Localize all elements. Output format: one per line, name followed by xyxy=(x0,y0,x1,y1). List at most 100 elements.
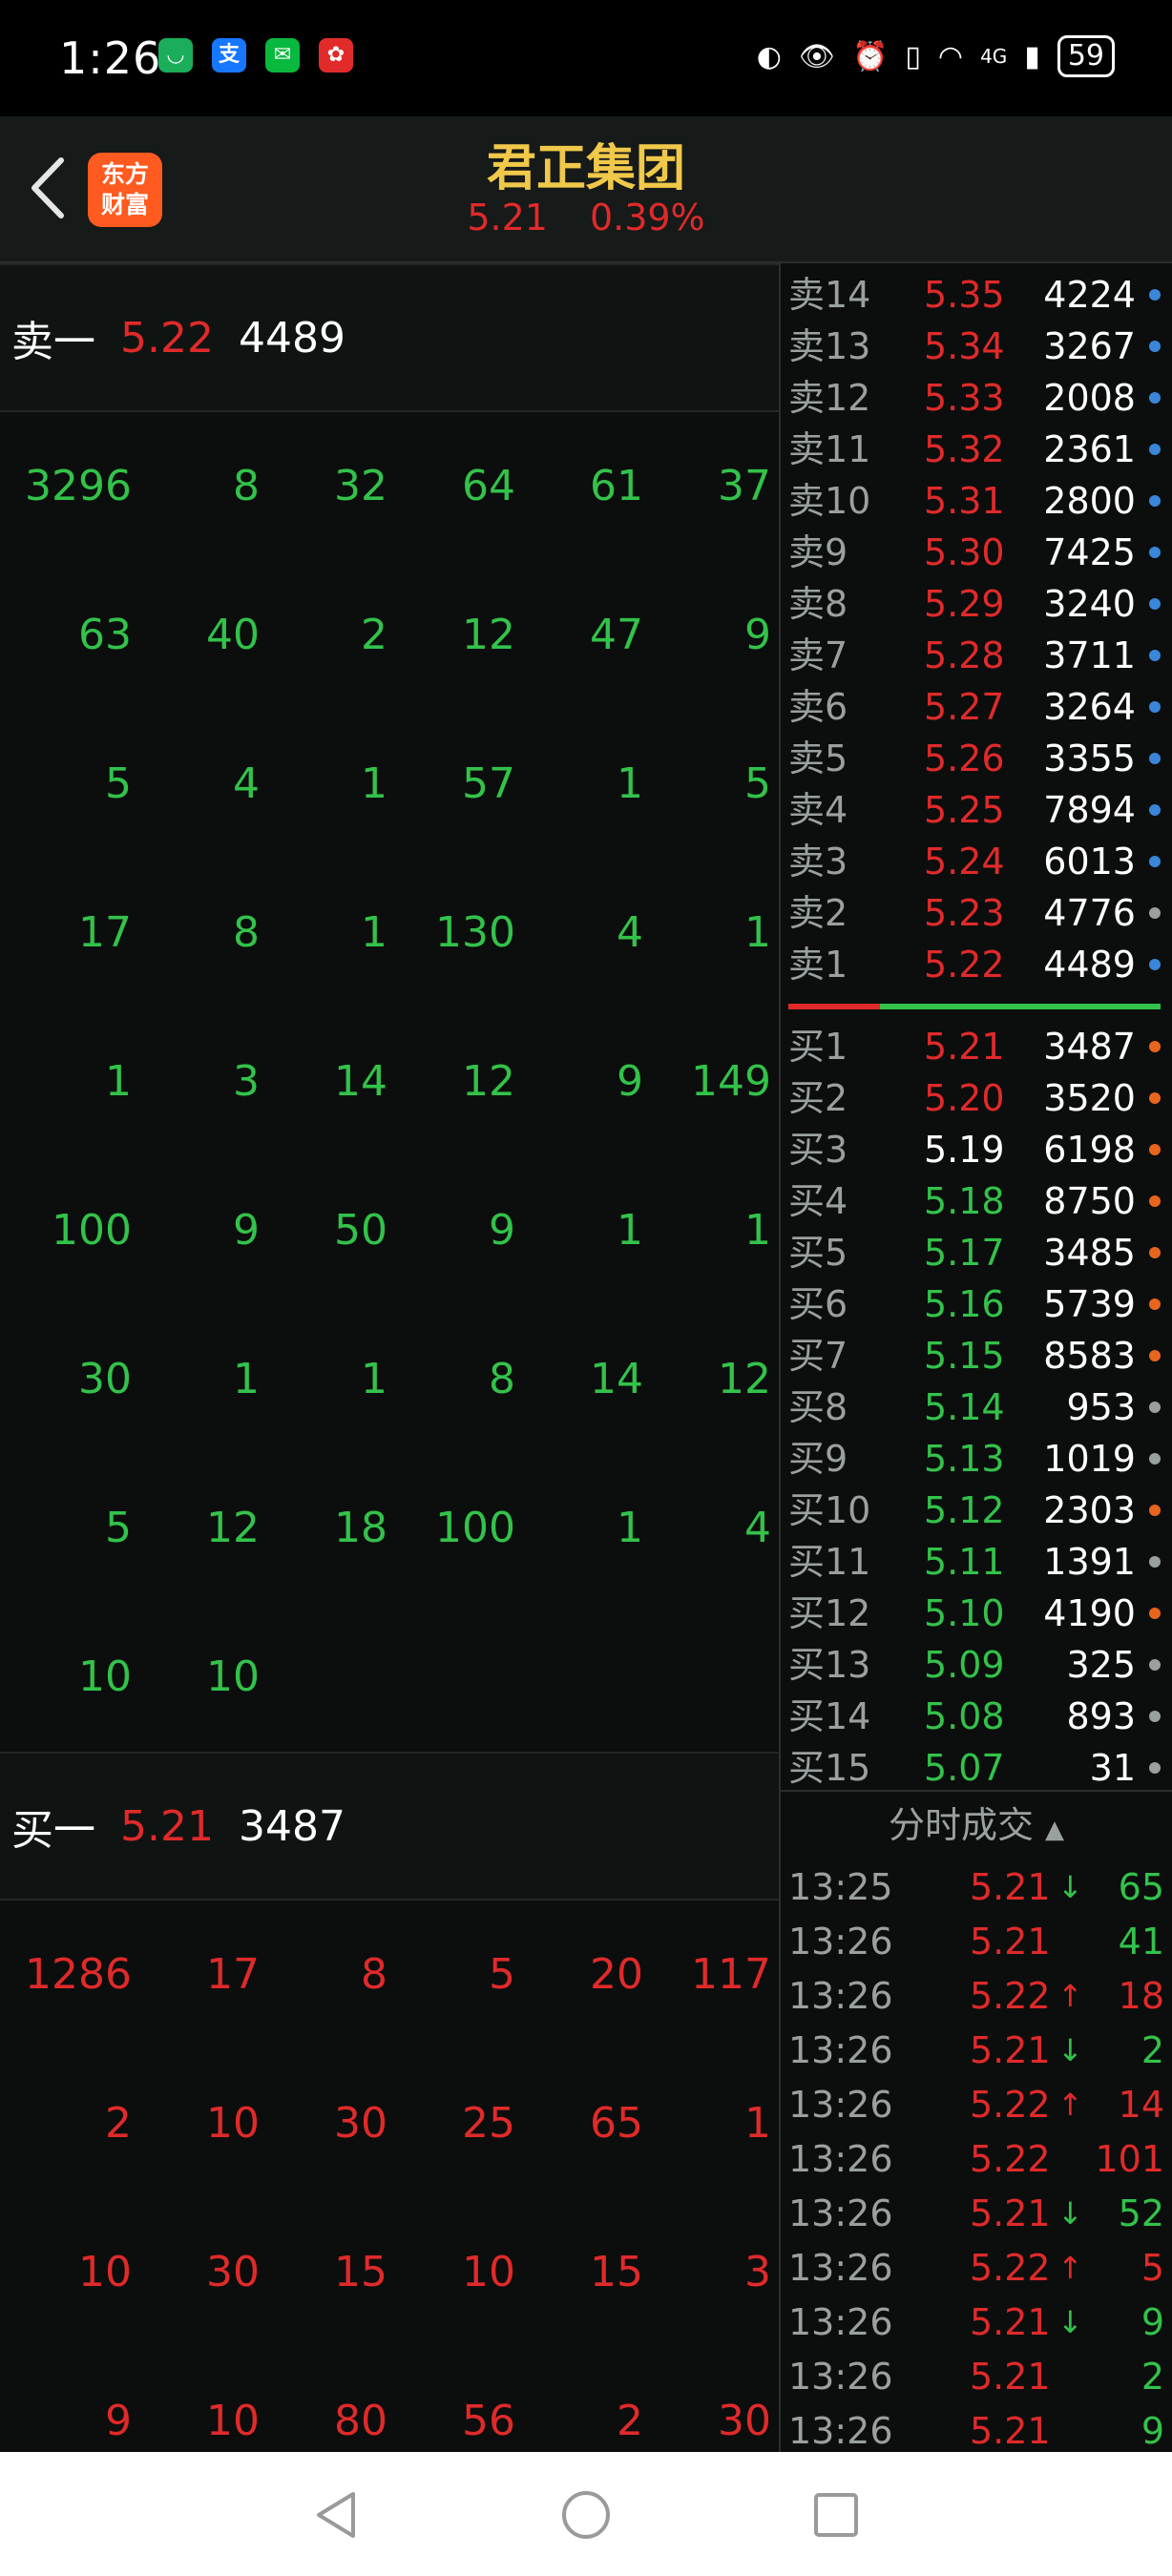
queue-order-volume: 47 xyxy=(590,611,643,659)
order-dot-icon xyxy=(1149,1195,1161,1207)
trade-row: 13:26 5.21 ↓ 52 xyxy=(781,2187,1172,2241)
queue-order-volume: 10 xyxy=(206,2099,260,2148)
queue-order-volume: 61 xyxy=(590,462,643,510)
trades-title: 分时成交 xyxy=(888,1804,1034,1846)
order-book-row[interactable]: 买15 5.07 31 xyxy=(781,1742,1172,1794)
queue-order-volume: 9 xyxy=(617,1057,643,1106)
trade-row: 13:26 5.21 41 xyxy=(781,1915,1172,1969)
level-volume: 2303 xyxy=(1043,1489,1136,1531)
level-label: 买11 xyxy=(788,1541,871,1583)
order-book-row[interactable]: 卖1 5.22 4489 xyxy=(781,939,1172,990)
trades-header[interactable]: 分时成交 ▲ xyxy=(781,1790,1172,1859)
order-dot-icon xyxy=(1149,289,1161,301)
order-book-row[interactable]: 卖13 5.34 3267 xyxy=(781,321,1172,372)
arrow-up-icon: ↑ xyxy=(1057,1978,1083,2014)
trade-time: 13:26 xyxy=(788,2192,893,2234)
queue-order-volume: 1286 xyxy=(25,1950,132,1999)
level-price: 5.26 xyxy=(924,737,1005,779)
level-label: 卖14 xyxy=(788,274,871,316)
queue-order-volume: 25 xyxy=(462,2099,515,2148)
arrow-up-icon: ↑ xyxy=(1057,2087,1083,2123)
order-book-row[interactable]: 买3 5.19 6198 xyxy=(781,1124,1172,1175)
queue-order-volume: 65 xyxy=(590,2099,643,2148)
level-price: 5.10 xyxy=(924,1592,1005,1634)
queue-order-volume: 40 xyxy=(206,611,260,659)
queue-order-volume: 1 xyxy=(361,1355,387,1403)
queue-order-volume: 1 xyxy=(744,2099,771,2148)
order-book-row[interactable]: 买5 5.17 3485 xyxy=(781,1227,1172,1278)
queue-row: 3296 8 32 64 61 37 xyxy=(0,412,779,561)
trade-time: 13:26 xyxy=(788,2138,893,2180)
level-price: 5.27 xyxy=(924,686,1005,728)
order-book-row[interactable]: 买4 5.18 8750 xyxy=(781,1175,1172,1227)
level-label: 卖9 xyxy=(788,531,848,573)
order-book-row[interactable]: 卖3 5.24 6013 xyxy=(781,836,1172,887)
order-book-row[interactable]: 卖7 5.28 3711 xyxy=(781,630,1172,681)
trade-volume: 5 xyxy=(1141,2247,1164,2289)
queue-order-volume: 3 xyxy=(233,1057,260,1106)
queue-order-volume: 10 xyxy=(462,2248,515,2296)
level-volume: 7425 xyxy=(1043,531,1136,573)
queue-order-volume: 5 xyxy=(489,1950,515,1999)
order-book-row[interactable]: 买12 5.10 4190 xyxy=(781,1588,1172,1639)
level-label: 卖7 xyxy=(788,634,848,676)
level-label: 卖5 xyxy=(788,737,848,779)
order-book-panel[interactable]: 卖14 5.35 4224 卖13 5.34 3267 卖12 5.33 2008 卖11 5.32… xyxy=(781,263,1172,2452)
order-dot-icon xyxy=(1149,392,1161,404)
order-dot-icon xyxy=(1149,1711,1161,1722)
order-book-row[interactable]: 买6 5.16 5739 xyxy=(781,1278,1172,1330)
level-label: 卖1 xyxy=(788,944,848,986)
trade-volume: 14 xyxy=(1118,2084,1164,2126)
queue-order-volume: 18 xyxy=(334,1504,387,1552)
queue-order-volume: 1 xyxy=(744,1206,771,1255)
caret-up-icon: ▲ xyxy=(1045,1816,1065,1844)
nav-recents-icon[interactable] xyxy=(809,2488,863,2542)
order-book-row[interactable]: 买9 5.13 1019 xyxy=(781,1433,1172,1485)
order-book-row[interactable]: 买1 5.21 3487 xyxy=(781,1021,1172,1072)
trade-row: 13:26 5.21 ↓ 9 xyxy=(781,2296,1172,2350)
order-book-row[interactable]: 卖8 5.29 3240 xyxy=(781,578,1172,630)
level-price: 5.15 xyxy=(924,1335,1005,1377)
queue-row: 17 8 1 130 4 1 xyxy=(0,859,779,1008)
level-volume: 953 xyxy=(1066,1386,1136,1428)
order-dot-icon xyxy=(1149,598,1161,610)
level-volume: 31 xyxy=(1089,1747,1136,1789)
arrow-down-icon: ↓ xyxy=(1057,2195,1083,2232)
sell1-price: 5.22 xyxy=(120,313,214,363)
sell1-volume: 4489 xyxy=(238,313,345,363)
order-dot-icon xyxy=(1149,1298,1161,1310)
queue-order-volume: 10 xyxy=(78,1652,132,1701)
level-label: 买1 xyxy=(788,1026,848,1068)
order-book-row[interactable]: 买11 5.11 1391 xyxy=(781,1536,1172,1588)
level-label: 买5 xyxy=(788,1232,848,1274)
queue-order-volume: 30 xyxy=(78,1355,132,1403)
order-book-row[interactable]: 卖4 5.25 7894 xyxy=(781,784,1172,836)
order-dot-icon xyxy=(1149,1041,1161,1052)
order-book-row[interactable]: 买13 5.09 325 xyxy=(781,1639,1172,1691)
order-book-row[interactable]: 卖5 5.26 3355 xyxy=(781,733,1172,784)
level-volume: 893 xyxy=(1066,1695,1136,1737)
order-book-row[interactable]: 买10 5.12 2303 xyxy=(781,1485,1172,1536)
wechat-miniapp-icon: ◡ xyxy=(158,38,193,73)
queue-order-volume: 8 xyxy=(361,1950,387,1999)
nav-home-icon[interactable] xyxy=(559,2488,613,2542)
order-book-row[interactable]: 买14 5.08 893 xyxy=(781,1691,1172,1742)
trade-price: 5.21 xyxy=(970,2301,1051,2343)
order-book-row[interactable]: 卖14 5.35 4224 xyxy=(781,269,1172,321)
order-book-row[interactable]: 买8 5.14 953 xyxy=(781,1381,1172,1433)
nav-back-icon[interactable] xyxy=(309,2488,363,2542)
trade-price: 5.21 xyxy=(970,1921,1051,1963)
order-book-row[interactable]: 卖2 5.23 4776 xyxy=(781,887,1172,939)
order-book-row[interactable]: 卖10 5.31 2800 xyxy=(781,475,1172,527)
level-price: 5.19 xyxy=(924,1129,1005,1171)
order-book-row[interactable]: 买2 5.20 3520 xyxy=(781,1072,1172,1124)
order-dot-icon xyxy=(1149,1659,1161,1671)
order-book-row[interactable]: 卖12 5.33 2008 xyxy=(781,372,1172,424)
queue-order-volume: 12 xyxy=(462,1057,515,1106)
order-book-row[interactable]: 卖6 5.27 3264 xyxy=(781,681,1172,733)
level-price: 5.31 xyxy=(924,480,1005,522)
order-book-row[interactable]: 卖11 5.32 2361 xyxy=(781,424,1172,475)
order-book-row[interactable]: 卖9 5.30 7425 xyxy=(781,527,1172,578)
level-price: 5.09 xyxy=(924,1644,1005,1686)
order-book-row[interactable]: 买7 5.15 8583 xyxy=(781,1330,1172,1381)
